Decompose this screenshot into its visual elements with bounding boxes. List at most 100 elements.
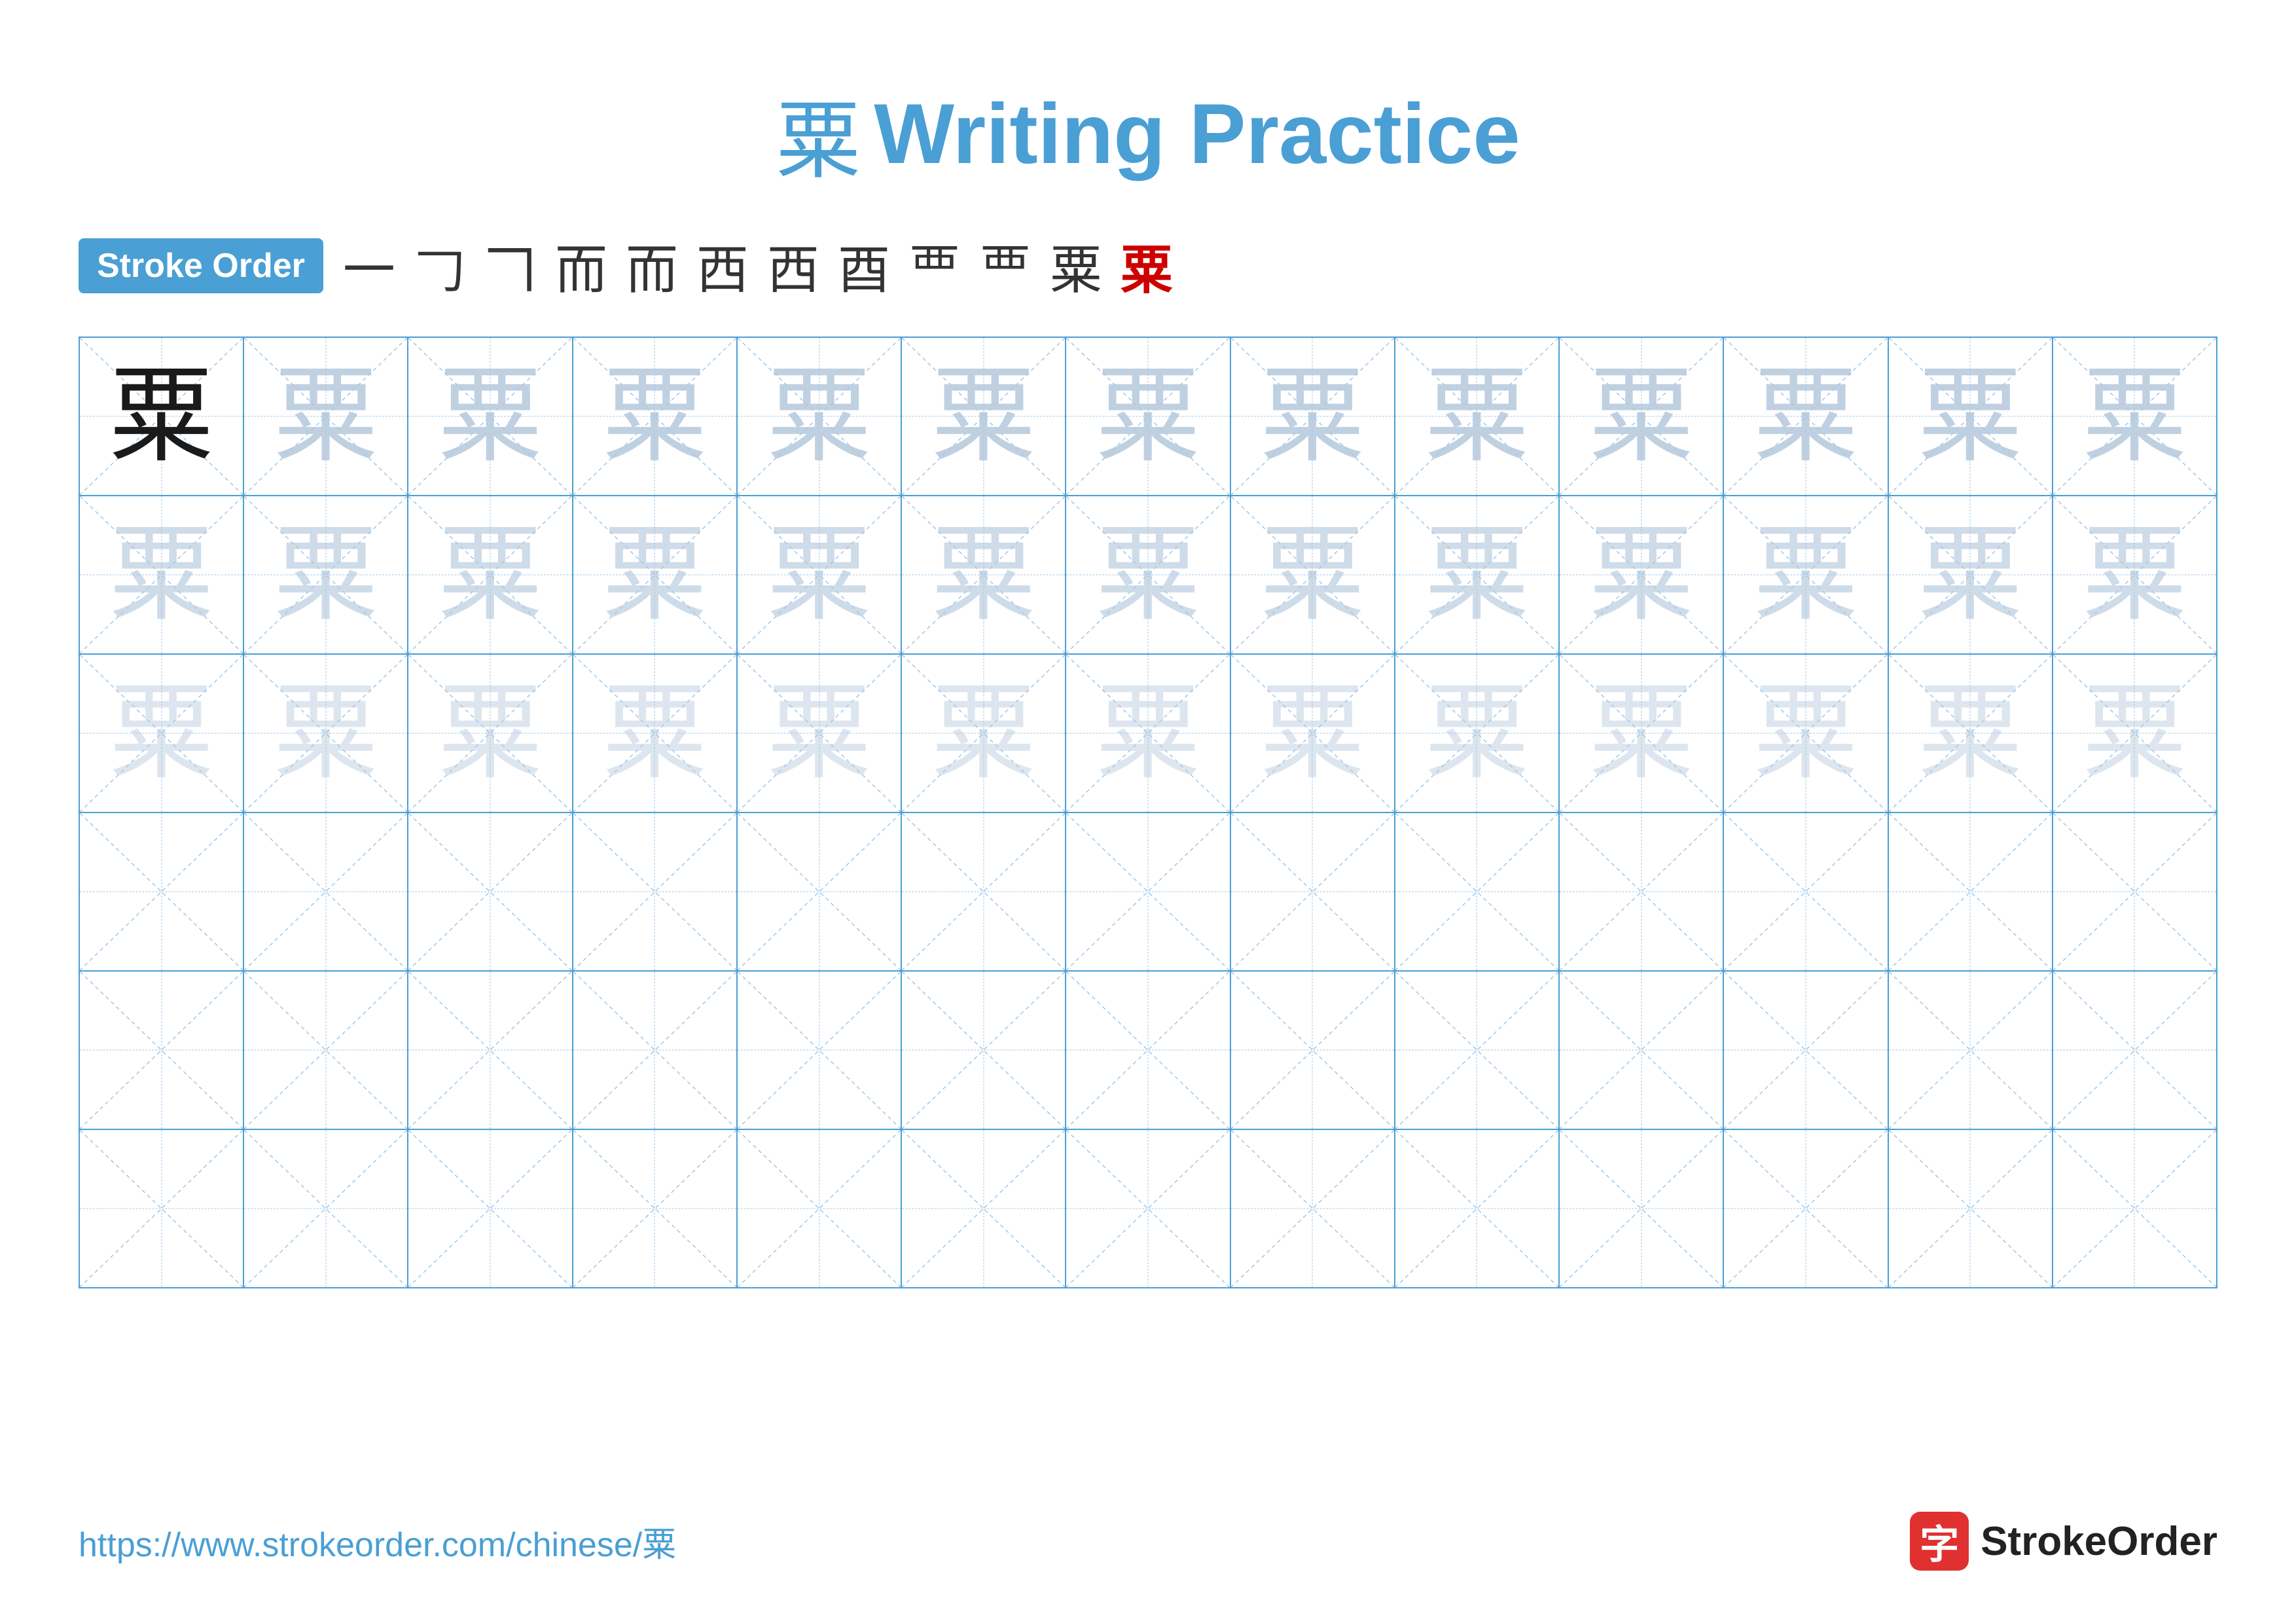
grid-cell-r6-c6[interactable]: [902, 1130, 1066, 1287]
grid-cell-r1-c13[interactable]: 粟: [2053, 338, 2216, 495]
grid-cell-r4-c5[interactable]: [738, 813, 902, 970]
grid-cell-r1-c2[interactable]: 粟: [244, 338, 408, 495]
grid-cell-r5-c11[interactable]: [1724, 972, 1888, 1129]
grid-cell-r4-c8[interactable]: [1231, 813, 1395, 970]
grid-cell-r2-c9[interactable]: 粟: [1395, 496, 1560, 653]
grid-cell-r6-c12[interactable]: [1889, 1130, 2053, 1287]
grid-cell-r3-c6[interactable]: 粟: [902, 655, 1066, 812]
grid-cell-r3-c9[interactable]: 粟: [1395, 655, 1560, 812]
grid-cell-r4-c11[interactable]: [1724, 813, 1888, 970]
char-fade: 粟: [1096, 681, 1200, 786]
grid-cell-r1-c6[interactable]: 粟: [902, 338, 1066, 495]
grid-cell-r2-c2[interactable]: 粟: [244, 496, 408, 653]
grid-cell-r3-c1[interactable]: 粟: [80, 655, 244, 812]
footer: https://www.strokeorder.com/chinese/粟 字 …: [79, 1479, 2217, 1571]
grid-cell-r5-c7[interactable]: [1066, 972, 1230, 1129]
grid-cell-r6-c1[interactable]: [80, 1130, 244, 1287]
grid-cell-r3-c11[interactable]: 粟: [1724, 655, 1888, 812]
grid-cell-r1-c11[interactable]: 粟: [1724, 338, 1888, 495]
grid-cell-r3-c8[interactable]: 粟: [1231, 655, 1395, 812]
grid-cell-r2-c3[interactable]: 粟: [408, 496, 573, 653]
char-fade: 粟: [1096, 364, 1200, 469]
grid-cell-r3-c7[interactable]: 粟: [1066, 655, 1230, 812]
grid-cell-r1-c7[interactable]: 粟: [1066, 338, 1230, 495]
grid-cell-r3-c12[interactable]: 粟: [1889, 655, 2053, 812]
footer-url[interactable]: https://www.strokeorder.com/chinese/粟: [79, 1517, 676, 1566]
grid-cell-r2-c10[interactable]: 粟: [1560, 496, 1724, 653]
grid-cell-r1-c5[interactable]: 粟: [738, 338, 902, 495]
grid-cell-r5-c2[interactable]: [244, 972, 408, 1129]
grid-cell-r4-c9[interactable]: [1395, 813, 1560, 970]
char-fade: 粟: [109, 522, 214, 627]
grid-cell-r6-c5[interactable]: [738, 1130, 902, 1287]
grid-cell-r5-c9[interactable]: [1395, 972, 1560, 1129]
stroke-step-6: 西: [696, 228, 749, 304]
grid-cell-r1-c12[interactable]: 粟: [1889, 338, 2053, 495]
char-fade: 粟: [1260, 681, 1365, 786]
grid-cell-r5-c1[interactable]: [80, 972, 244, 1129]
grid-cell-r1-c3[interactable]: 粟: [408, 338, 573, 495]
title-text: Writing Practice: [874, 84, 1520, 183]
grid-cell-r5-c13[interactable]: [2053, 972, 2216, 1129]
char-fade: 粟: [2082, 681, 2187, 786]
stroke-step-7: 西: [767, 228, 819, 304]
grid-cell-r1-c8[interactable]: 粟: [1231, 338, 1395, 495]
grid-cell-r5-c3[interactable]: [408, 972, 573, 1129]
char-fade: 粟: [1753, 522, 1858, 627]
char-fade: 粟: [931, 681, 1036, 786]
grid-cell-r2-c11[interactable]: 粟: [1724, 496, 1888, 653]
grid-cell-r4-c2[interactable]: [244, 813, 408, 970]
char-fade: 粟: [767, 364, 872, 469]
char-fade: 粟: [1589, 364, 1694, 469]
grid-cell-r5-c4[interactable]: [573, 972, 738, 1129]
grid-cell-r6-c3[interactable]: [408, 1130, 573, 1287]
grid-cell-r3-c3[interactable]: 粟: [408, 655, 573, 812]
char-fade: 粟: [1424, 681, 1529, 786]
practice-grid: 粟 粟 粟 粟 粟 粟 粟: [79, 337, 2217, 1288]
grid-cell-r3-c10[interactable]: 粟: [1560, 655, 1724, 812]
grid-cell-r3-c5[interactable]: 粟: [738, 655, 902, 812]
char-fade: 粟: [767, 522, 872, 627]
grid-cell-r4-c3[interactable]: [408, 813, 573, 970]
grid-cell-r4-c7[interactable]: [1066, 813, 1230, 970]
grid-cell-r5-c12[interactable]: [1889, 972, 2053, 1129]
grid-row-3: 粟 粟 粟 粟 粟 粟 粟: [80, 655, 2216, 813]
grid-cell-r1-c9[interactable]: 粟: [1395, 338, 1560, 495]
grid-cell-r4-c1[interactable]: [80, 813, 244, 970]
grid-cell-r2-c12[interactable]: 粟: [1889, 496, 2053, 653]
grid-cell-r6-c4[interactable]: [573, 1130, 738, 1287]
grid-cell-r4-c10[interactable]: [1560, 813, 1724, 970]
grid-cell-r6-c10[interactable]: [1560, 1130, 1724, 1287]
char-fade: 粟: [602, 522, 707, 627]
grid-cell-r1-c4[interactable]: 粟: [573, 338, 738, 495]
grid-cell-r2-c8[interactable]: 粟: [1231, 496, 1395, 653]
grid-cell-r6-c2[interactable]: [244, 1130, 408, 1287]
grid-cell-r6-c13[interactable]: [2053, 1130, 2216, 1287]
grid-cell-r2-c4[interactable]: 粟: [573, 496, 738, 653]
grid-cell-r5-c6[interactable]: [902, 972, 1066, 1129]
grid-cell-r4-c4[interactable]: [573, 813, 738, 970]
grid-cell-r2-c13[interactable]: 粟: [2053, 496, 2216, 653]
grid-cell-r5-c5[interactable]: [738, 972, 902, 1129]
char-fade: 粟: [274, 364, 378, 469]
grid-cell-r6-c8[interactable]: [1231, 1130, 1395, 1287]
stroke-order-badge: Stroke Order: [79, 238, 323, 293]
grid-cell-r3-c13[interactable]: 粟: [2053, 655, 2216, 812]
grid-cell-r6-c11[interactable]: [1724, 1130, 1888, 1287]
grid-cell-r2-c7[interactable]: 粟: [1066, 496, 1230, 653]
char-fade: 粟: [1424, 522, 1529, 627]
grid-cell-r4-c12[interactable]: [1889, 813, 2053, 970]
grid-cell-r5-c10[interactable]: [1560, 972, 1724, 1129]
grid-cell-r5-c8[interactable]: [1231, 972, 1395, 1129]
grid-cell-r3-c2[interactable]: 粟: [244, 655, 408, 812]
grid-cell-r4-c13[interactable]: [2053, 813, 2216, 970]
grid-cell-r2-c6[interactable]: 粟: [902, 496, 1066, 653]
grid-cell-r6-c7[interactable]: [1066, 1130, 1230, 1287]
grid-cell-r2-c5[interactable]: 粟: [738, 496, 902, 653]
grid-cell-r2-c1[interactable]: 粟: [80, 496, 244, 653]
grid-cell-r6-c9[interactable]: [1395, 1130, 1560, 1287]
grid-cell-r1-c10[interactable]: 粟: [1560, 338, 1724, 495]
grid-cell-r1-c1[interactable]: 粟: [80, 338, 244, 495]
grid-cell-r3-c4[interactable]: 粟: [573, 655, 738, 812]
grid-cell-r4-c6[interactable]: [902, 813, 1066, 970]
